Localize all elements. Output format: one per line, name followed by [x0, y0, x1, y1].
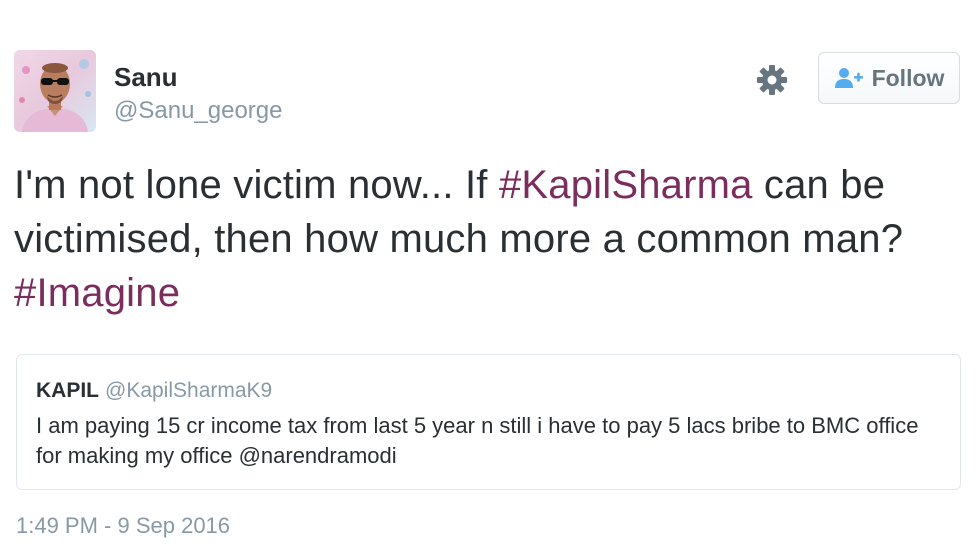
- gear-icon[interactable]: [755, 63, 789, 97]
- tweet-text: I'm not lone victim now... If #KapilShar…: [14, 158, 964, 320]
- hashtag-imagine[interactable]: #Imagine: [14, 271, 180, 315]
- quoted-tweet-card[interactable]: KAPIL @KapilSharmaK9 I am paying 15 cr in…: [16, 354, 961, 490]
- mention-narendramodi: @narendramodi: [238, 443, 397, 468]
- follow-button[interactable]: Follow: [818, 52, 960, 104]
- quoted-tweet-text: I am paying 15 cr income tax from last 5…: [36, 411, 936, 471]
- tweet-timestamp[interactable]: 1:49 PM - 9 Sep 2016: [16, 512, 230, 540]
- author-name[interactable]: Sanu: [114, 61, 178, 93]
- avatar[interactable]: [14, 50, 96, 132]
- quoted-text-segment: I am paying 15 cr income tax from last 5…: [36, 413, 919, 468]
- quoted-tweet-header: KAPIL @KapilSharmaK9: [36, 378, 272, 406]
- tweet-text-segment: I'm not lone victim now... If: [14, 163, 499, 207]
- author-handle[interactable]: @Sanu_george: [114, 96, 283, 126]
- avatar-image: [14, 50, 96, 132]
- hashtag-kapilsharma[interactable]: #KapilSharma: [499, 163, 753, 207]
- follow-user-icon: [834, 67, 864, 89]
- quoted-author-handle: @KapilSharmaK9: [105, 379, 273, 402]
- quoted-author-name: KAPIL: [36, 379, 99, 402]
- follow-label: Follow: [871, 65, 945, 91]
